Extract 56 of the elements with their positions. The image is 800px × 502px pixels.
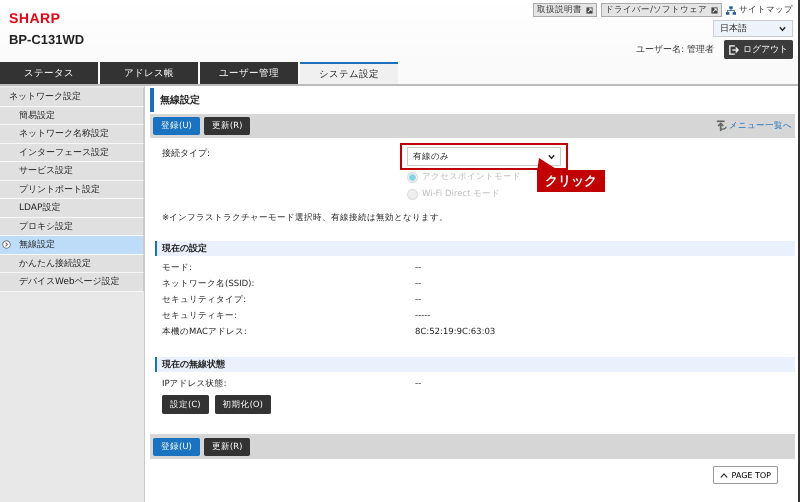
nav-tab[interactable]: システム設定 (300, 62, 398, 84)
up-arrow-icon (716, 120, 728, 132)
nav-tab[interactable]: ステータス (0, 62, 98, 84)
sitemap-icon (726, 6, 736, 14)
nav-tab[interactable]: アドレス帳 (100, 62, 198, 84)
register-button[interactable]: 登録(U) (153, 438, 200, 456)
page-top-button[interactable]: PAGE TOP (712, 466, 778, 484)
refresh-button[interactable]: 更新(R) (204, 117, 250, 135)
field-value: 8C:52:19:9C:63:03 (415, 327, 496, 337)
field-value: -- (415, 263, 422, 273)
field-label: 本機のMACアドレス: (162, 326, 248, 338)
field-label: 接続タイプ: (162, 147, 212, 161)
chevron-down-icon (779, 26, 786, 32)
action-button[interactable]: 初期化(O) (214, 395, 271, 414)
section-header: 現在の無線状態 (155, 357, 795, 372)
external-link-icon (711, 6, 718, 14)
chevron-circle-icon (2, 240, 11, 250)
field-label: IPアドレス状態: (162, 378, 228, 390)
caret-up-icon (720, 472, 728, 478)
logout-button[interactable]: ログアウト (724, 40, 793, 59)
logout-icon (729, 44, 739, 54)
sidebar-item[interactable]: 無線設定 (0, 236, 144, 254)
field-value: -- (415, 295, 422, 305)
sidebar-item[interactable]: LDAP設定 (0, 199, 144, 218)
sitemap-link[interactable]: サイトマップ (726, 4, 793, 16)
sidebar-item[interactable]: 簡易設定 (0, 106, 144, 125)
field-label: モード: (162, 262, 193, 274)
sidebar-item[interactable]: プリントポート設定 (0, 180, 144, 199)
field-label: セキュリティタイプ: (162, 294, 247, 306)
chevron-down-icon (548, 154, 555, 160)
user-name: ユーザー名: 管理者 (636, 44, 714, 56)
nav-tab[interactable]: ユーザー管理 (200, 62, 298, 84)
field-label: ネットワーク名(SSID): (162, 278, 256, 290)
sidebar-item[interactable]: サービス設定 (0, 162, 144, 180)
sidebar-item[interactable]: プロキシ設定 (0, 218, 144, 236)
refresh-button[interactable]: 更新(R) (204, 438, 250, 456)
logo: SHARP (9, 10, 62, 26)
field-value: -- (415, 279, 422, 289)
sidebar-item[interactable]: インターフェース設定 (0, 144, 144, 162)
note-text: ※インフラストラクチャーモード選択時、有線接続は無効となります。 (162, 212, 450, 224)
action-button[interactable]: 設定(C) (162, 395, 209, 414)
menu-list-link[interactable]: メニュー一覧へ (716, 120, 792, 132)
sidebar-item[interactable]: かんたん接続設定 (0, 254, 144, 273)
field-value: -- (415, 379, 422, 389)
field-label: セキュリティキー: (162, 310, 238, 322)
register-button[interactable]: 登録(U) (153, 117, 200, 135)
section-header: 現在の設定 (155, 241, 795, 256)
sidebar-group[interactable]: ネットワーク設定 (0, 88, 144, 106)
manual-link[interactable]: ドライバー/ソフトウェア (601, 3, 722, 17)
language-select[interactable]: 日本語 (713, 20, 793, 37)
field-value: ----- (415, 311, 430, 321)
model-name: BP-C131WD (9, 32, 84, 47)
sidebar-item[interactable]: デバイスWebページ設定 (0, 273, 144, 292)
external-link-icon (586, 6, 594, 14)
sidebar-item[interactable]: ネットワーク名称設定 (0, 125, 144, 144)
manual-link[interactable]: 取扱説明書 (533, 3, 598, 17)
